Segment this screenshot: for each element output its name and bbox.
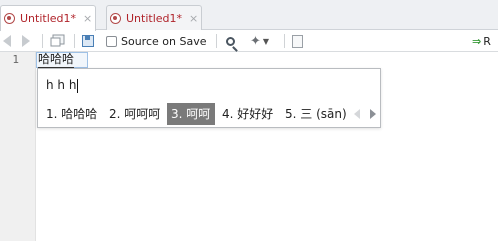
- source-on-save-toggle[interactable]: Source on Save: [106, 33, 206, 49]
- toolbar-divider: [216, 34, 217, 48]
- r-file-icon: [4, 13, 15, 24]
- tab-label: Untitled1*: [126, 11, 183, 25]
- ime-candidate-4[interactable]: 4. 好好好: [218, 103, 277, 125]
- notebook-icon: [292, 34, 303, 48]
- run-label: R: [483, 34, 491, 48]
- find-replace-button[interactable]: [226, 33, 235, 49]
- close-tab-icon[interactable]: ×: [189, 12, 198, 25]
- ime-candidate-window: h h h 1. 哈哈哈 2. 呵呵呵 3. 呵呵 4. 好好好 5. 三 (s…: [37, 68, 381, 128]
- ime-candidate-3[interactable]: 3. 呵呵: [167, 103, 215, 125]
- line-number-gutter: 1: [0, 52, 36, 241]
- tab-label: Untitled1*: [20, 12, 77, 25]
- back-arrow-icon: [3, 35, 11, 47]
- show-in-window-button[interactable]: [50, 33, 66, 49]
- close-tab-icon[interactable]: ×: [83, 12, 92, 25]
- source-on-save-label: Source on Save: [121, 34, 207, 48]
- forward-button[interactable]: [22, 33, 30, 49]
- ime-preedit: h h h: [46, 77, 79, 93]
- tab-untitled1[interactable]: Untitled1* ×: [106, 5, 202, 30]
- magic-wand-icon: ✦: [250, 33, 261, 49]
- source-on-save-checkbox[interactable]: [106, 35, 117, 47]
- ime-candidate-2[interactable]: 2. 呵呵呵: [105, 103, 164, 125]
- code-tools-button[interactable]: ✦ ▼: [250, 33, 269, 49]
- save-button[interactable]: [82, 33, 94, 49]
- save-icon: [82, 35, 94, 47]
- toolbar-divider: [42, 34, 43, 48]
- ime-candidate-5[interactable]: 5. 三 (sān): [281, 103, 351, 125]
- ime-candidate-1[interactable]: 1. 哈哈哈: [42, 103, 101, 125]
- ime-prev-page-icon[interactable]: [354, 109, 360, 119]
- forward-arrow-icon: [22, 35, 30, 47]
- text-cursor: [77, 78, 79, 93]
- back-button[interactable]: [3, 33, 11, 49]
- run-button[interactable]: ⇒ R: [472, 33, 491, 49]
- editor-toolbar: Source on Save ✦ ▼ ⇒ R: [0, 30, 498, 52]
- line-number: 1: [12, 53, 19, 66]
- editor-tab-bar: Untitled1* × Untitled1* ×: [0, 0, 498, 31]
- r-file-icon: [110, 12, 121, 24]
- tab-untitled1-active[interactable]: Untitled1* ×: [0, 5, 96, 31]
- run-arrow-icon: ⇒: [472, 34, 482, 48]
- search-icon: [226, 36, 235, 46]
- compile-report-button[interactable]: [292, 33, 303, 49]
- toolbar-divider: [284, 34, 285, 48]
- ime-next-page-icon[interactable]: [370, 109, 376, 119]
- popout-window-icon: [50, 34, 65, 47]
- ime-preedit-text: h h h: [46, 78, 77, 92]
- chevron-down-icon: ▼: [262, 36, 270, 46]
- toolbar-divider: [74, 34, 75, 48]
- code-line-1: 哈哈哈: [38, 52, 75, 68]
